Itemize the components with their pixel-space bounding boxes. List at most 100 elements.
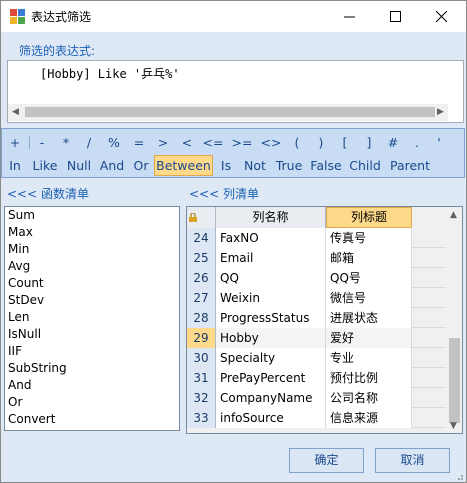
function-item[interactable]: StDev	[5, 292, 179, 309]
row-number[interactable]: 28	[187, 308, 216, 328]
functions-header[interactable]: <<< 函数清单	[4, 183, 180, 205]
op-multiply[interactable]: *	[59, 132, 73, 153]
column-name-cell[interactable]: QQ	[216, 268, 326, 288]
row-number[interactable]: 27	[187, 288, 216, 308]
column-name-cell[interactable]: CompanyName	[216, 388, 326, 408]
table-row[interactable]: 26 QQ QQ号	[187, 268, 447, 288]
maximize-button[interactable]	[372, 1, 418, 32]
column-title-cell[interactable]: 进展状态	[326, 308, 412, 328]
row-number[interactable]: 31	[187, 368, 216, 388]
column-name-cell[interactable]: FaxNO	[216, 228, 326, 248]
column-title-cell[interactable]: QQ号	[326, 268, 412, 288]
expression-textbox[interactable]: [Hobby] Like '乒乓%' ◀ ▶	[7, 60, 464, 123]
column-title-cell[interactable]: 爱好	[326, 328, 412, 348]
function-item[interactable]: Sum	[5, 207, 179, 224]
column-name-cell[interactable]: Email	[216, 248, 326, 268]
resize-grip-icon[interactable]	[454, 471, 464, 481]
column-name-cell[interactable]: Specialty	[216, 348, 326, 368]
column-name-header[interactable]: 列名称	[216, 207, 326, 228]
row-number[interactable]: 29	[187, 328, 216, 348]
column-title-cell[interactable]: 传真号	[326, 228, 412, 248]
column-title-cell[interactable]: 专业	[326, 348, 412, 368]
op-plus[interactable]: +	[8, 132, 22, 153]
cancel-button[interactable]: 取消	[375, 448, 450, 473]
table-row[interactable]: 31 PrePayPercent 预付比例	[187, 368, 447, 388]
column-title-header[interactable]: 列标题	[326, 207, 412, 228]
op-false[interactable]: False	[308, 155, 344, 176]
scroll-left-icon[interactable]: ◀	[12, 107, 19, 117]
row-number[interactable]: 25	[187, 248, 216, 268]
column-title-cell[interactable]: 信息来源	[326, 408, 412, 428]
close-button[interactable]	[418, 1, 464, 32]
function-item[interactable]: Avg	[5, 258, 179, 275]
row-number[interactable]: 30	[187, 348, 216, 368]
function-item[interactable]: And	[5, 377, 179, 394]
op-modulo[interactable]: %	[106, 132, 122, 153]
op-true[interactable]: True	[274, 155, 304, 176]
function-item[interactable]: SubString	[5, 360, 179, 377]
op-open-bracket[interactable]: [	[338, 132, 352, 153]
column-name-cell[interactable]: Weixin	[216, 288, 326, 308]
op-close-bracket[interactable]: ]	[362, 132, 376, 153]
op-in[interactable]: In	[6, 155, 24, 176]
column-name-cell[interactable]: infoSource	[216, 408, 326, 428]
row-number[interactable]: 24	[187, 228, 216, 248]
op-greater-equal[interactable]: >=	[231, 132, 253, 153]
ok-button[interactable]: 确定	[289, 448, 364, 473]
op-or[interactable]: Or	[130, 155, 152, 176]
grid-corner[interactable]	[187, 207, 216, 228]
op-quote[interactable]: '	[432, 132, 446, 153]
table-row[interactable]: 28 ProgressStatus 进展状态	[187, 308, 447, 328]
minimize-button[interactable]	[326, 1, 372, 32]
column-name-cell[interactable]: PrePayPercent	[216, 368, 326, 388]
function-item[interactable]: Convert	[5, 411, 179, 428]
op-close-paren[interactable]: )	[314, 132, 328, 153]
op-not[interactable]: Not	[240, 155, 270, 176]
columns-header[interactable]: <<< 列清单	[186, 183, 463, 205]
op-not-equal[interactable]: <>	[260, 132, 282, 153]
column-grid[interactable]: 列名称 列标题 24 FaxNO 传真号 25 Email 邮箱 26 QQ Q…	[186, 206, 463, 434]
scroll-up-icon[interactable]: ▲	[450, 210, 457, 220]
function-item[interactable]: Max	[5, 224, 179, 241]
column-title-cell[interactable]: 微信号	[326, 288, 412, 308]
expression-horizontal-scrollbar[interactable]: ◀ ▶	[8, 104, 448, 121]
function-item[interactable]: IsNull	[5, 326, 179, 343]
op-less[interactable]: <	[180, 132, 194, 153]
table-row[interactable]: 24 FaxNO 传真号	[187, 228, 447, 248]
op-like[interactable]: Like	[30, 155, 60, 176]
function-list[interactable]: Sum Max Min Avg Count StDev Len IsNull I…	[4, 206, 180, 431]
row-number[interactable]: 26	[187, 268, 216, 288]
column-title-cell[interactable]: 邮箱	[326, 248, 412, 268]
op-between[interactable]: Between	[154, 155, 213, 176]
grid-vertical-scrollbar[interactable]: ▲ ▼	[446, 207, 462, 433]
op-dot[interactable]: .	[410, 132, 424, 153]
function-item[interactable]: Count	[5, 275, 179, 292]
row-number[interactable]: 33	[187, 408, 216, 428]
op-less-equal[interactable]: <=	[202, 132, 224, 153]
expression-text[interactable]: [Hobby] Like '乒乓%'	[40, 65, 180, 82]
scrollbar-thumb[interactable]	[25, 107, 435, 117]
op-is[interactable]: Is	[217, 155, 235, 176]
table-row-selected[interactable]: 29 Hobby 爱好	[187, 328, 447, 348]
op-open-paren[interactable]: (	[290, 132, 304, 153]
op-greater[interactable]: >	[156, 132, 170, 153]
scroll-right-icon[interactable]: ▶	[437, 107, 444, 117]
scroll-down-icon[interactable]: ▼	[450, 421, 457, 431]
table-row[interactable]: 30 Specialty 专业	[187, 348, 447, 368]
table-row[interactable]: 32 CompanyName 公司名称	[187, 388, 447, 408]
function-item[interactable]: Len	[5, 309, 179, 326]
table-row[interactable]: 27 Weixin 微信号	[187, 288, 447, 308]
op-child[interactable]: Child	[348, 155, 382, 176]
op-hash[interactable]: #	[386, 132, 400, 153]
table-row[interactable]: 25 Email 邮箱	[187, 248, 447, 268]
column-title-cell[interactable]: 公司名称	[326, 388, 412, 408]
scrollbar-thumb[interactable]	[449, 338, 460, 423]
table-row[interactable]: 33 infoSource 信息来源	[187, 408, 447, 428]
function-item[interactable]: IIF	[5, 343, 179, 360]
op-minus[interactable]: -	[35, 132, 49, 153]
row-number[interactable]: 32	[187, 388, 216, 408]
op-equal[interactable]: =	[132, 132, 146, 153]
op-parent[interactable]: Parent	[388, 155, 432, 176]
function-item[interactable]: Or	[5, 394, 179, 411]
op-null[interactable]: Null	[64, 155, 94, 176]
